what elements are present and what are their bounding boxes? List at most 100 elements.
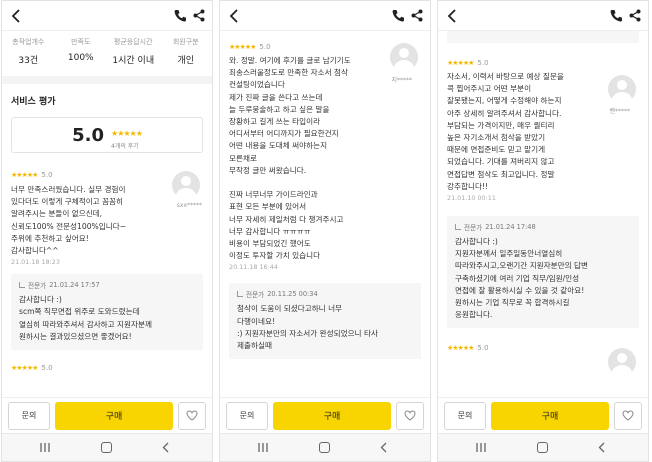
like-button[interactable] bbox=[178, 401, 206, 430]
system-nav-bar bbox=[438, 433, 648, 461]
stat-value: 개인 bbox=[177, 56, 195, 66]
review-count: 4개의 후기 bbox=[111, 142, 139, 150]
reply-arrow-icon bbox=[455, 224, 461, 231]
like-button[interactable] bbox=[396, 401, 424, 430]
review-stars: ★★★★★ bbox=[11, 171, 38, 179]
reply-arrow-icon bbox=[19, 282, 25, 289]
buy-button[interactable]: 구매 bbox=[491, 401, 609, 430]
system-nav-bar bbox=[2, 433, 212, 461]
review-date: 20.11.18 16:44 bbox=[229, 263, 278, 272]
home-icon[interactable] bbox=[537, 442, 548, 453]
reply-text: 감사합니다 :) 지원자분께서 일주일동안너열심히 따라와주시고,오랜기간 지원… bbox=[455, 237, 588, 320]
review-rating: 5.0 bbox=[477, 344, 489, 353]
recent-apps-icon[interactable] bbox=[40, 443, 50, 452]
review-text: 너무 만족스러웠습니다. 실무 경험이 있다더도 이렇게 구체적이고 꼼꼼히 알… bbox=[11, 185, 127, 256]
review-stars: ★★★★★ bbox=[447, 59, 474, 67]
back-arrow-icon[interactable] bbox=[10, 8, 24, 24]
score-summary-card: 5.0 ★★★★★ 4개의 후기 bbox=[11, 117, 203, 153]
top-bar bbox=[220, 1, 430, 31]
reviewer-name: 지***** bbox=[391, 77, 412, 84]
reply-label: 전문가 bbox=[28, 282, 47, 291]
content-area[interactable]: ★★★★★ 5.0 지***** 와. 정말. 여기에 후기를 글로 남기기도 … bbox=[220, 31, 430, 397]
content-area[interactable]: 총작업개수 만족도 평균응답시간 회원구분 33건 100% 1시간 이내 개인… bbox=[2, 31, 212, 397]
share-icon[interactable] bbox=[193, 9, 205, 22]
heart-icon bbox=[186, 410, 198, 421]
inquiry-button[interactable]: 문의 bbox=[444, 401, 486, 430]
home-icon[interactable] bbox=[319, 442, 330, 453]
recent-apps-icon[interactable] bbox=[476, 443, 486, 452]
average-score: 5.0 bbox=[72, 124, 105, 146]
avatar-icon bbox=[608, 348, 636, 377]
reply-label: 전문가 bbox=[464, 224, 483, 233]
reply-date: 20.11.25 00:34 bbox=[267, 290, 318, 299]
back-arrow-icon[interactable] bbox=[446, 8, 460, 24]
phone-icon[interactable] bbox=[392, 9, 404, 22]
phone-icon[interactable] bbox=[174, 9, 186, 22]
share-icon[interactable] bbox=[411, 9, 423, 22]
score-detail: ★★★★★ 4개의 후기 bbox=[111, 121, 143, 150]
reviewer-name: sxx***** bbox=[176, 202, 202, 209]
review-text: 와. 정말. 여기에 후기를 글로 남기기도 죄송스러울정도로 만족한 자소서 … bbox=[229, 56, 351, 261]
screen-panel-3: ★★★★★ 5.0 밴***** 자소서, 이력서 바탕으로 예상 질문을 콕 … bbox=[437, 0, 649, 462]
review-stars: ★★★★★ bbox=[229, 43, 256, 51]
review-rating: 5.0 bbox=[259, 43, 271, 51]
top-bar bbox=[438, 1, 648, 31]
buy-button[interactable]: 구매 bbox=[273, 401, 391, 430]
phone-icon[interactable] bbox=[610, 9, 622, 22]
top-bar bbox=[2, 1, 212, 31]
nav-back-icon[interactable] bbox=[380, 442, 387, 453]
stat-value: 1시간 이내 bbox=[112, 56, 155, 66]
stat-value: 33건 bbox=[18, 56, 39, 66]
review-rating: 5.0 bbox=[41, 171, 53, 179]
stats-labels: 총작업개수 만족도 평균응답시간 회원구분 bbox=[2, 31, 212, 47]
reply-label: 전문가 bbox=[246, 291, 265, 300]
reviewer-name: 밴***** bbox=[609, 108, 630, 115]
nav-back-icon[interactable] bbox=[162, 442, 169, 453]
reply-date: 21.01.24 17:57 bbox=[49, 281, 100, 290]
review-date: 21.01.10 00:11 bbox=[447, 194, 496, 203]
review-stars: ★★★★★ bbox=[11, 364, 38, 373]
home-icon[interactable] bbox=[101, 442, 112, 453]
review-rating-row: ★★★★★ 5.0 bbox=[11, 362, 203, 374]
review-item: ★★★★★ 5.0 bbox=[438, 328, 648, 377]
purchase-bar: 문의 구매 bbox=[438, 397, 648, 433]
inquiry-button[interactable]: 문의 bbox=[8, 401, 50, 430]
buy-button[interactable]: 구매 bbox=[55, 401, 173, 430]
reply-header: 전문가 21.01.24 17:57 bbox=[19, 280, 195, 290]
section-divider bbox=[2, 76, 212, 84]
purchase-bar: 문의 구매 bbox=[220, 397, 430, 433]
avatar-icon bbox=[608, 75, 636, 103]
stat-label: 회원구분 bbox=[172, 38, 199, 46]
review-date: 21.01.18 18:23 bbox=[11, 258, 60, 267]
review-item: ★★★★★ 5.0 sxx***** 너무 만족스러웠습니다. 실무 경험이 있… bbox=[2, 165, 212, 266]
reply-header: 전문가 21.01.24 17:48 bbox=[455, 222, 631, 232]
stat-label: 만족도 bbox=[71, 38, 91, 46]
inquiry-button[interactable]: 문의 bbox=[226, 401, 268, 430]
review-item: ★★★★★ 5.0 bbox=[2, 350, 212, 374]
stat-label: 평균응답시간 bbox=[113, 38, 153, 46]
expert-reply: 전문가 21.01.24 17:48 감사합니다 :) 지원자분께서 일주일동안… bbox=[447, 216, 639, 329]
review-item: ★★★★★ 5.0 지***** 와. 정말. 여기에 후기를 글로 남기기도 … bbox=[220, 31, 430, 271]
like-button[interactable] bbox=[614, 401, 642, 430]
purchase-bar: 문의 구매 bbox=[2, 397, 212, 433]
system-nav-bar bbox=[220, 433, 430, 461]
share-icon[interactable] bbox=[629, 9, 641, 22]
heart-icon bbox=[404, 410, 416, 421]
back-arrow-icon[interactable] bbox=[228, 8, 242, 24]
stats-values: 33건 100% 1시간 이내 개인 bbox=[2, 47, 212, 76]
reply-text: 첨삭이 도움이 되셨다고하니 너무 다행이네요! :) 지원자분만의 자소서가 … bbox=[237, 304, 378, 351]
stat-value: 100% bbox=[67, 53, 94, 63]
nav-back-icon[interactable] bbox=[598, 442, 605, 453]
heart-icon bbox=[622, 410, 634, 421]
stat-label: 총작업개수 bbox=[12, 38, 45, 46]
reply-header: 전문가 20.11.25 00:34 bbox=[237, 289, 413, 299]
section-title: 서비스 평가 bbox=[11, 97, 56, 107]
recent-apps-icon[interactable] bbox=[258, 443, 268, 452]
review-stars: ★★★★★ bbox=[447, 344, 474, 353]
expert-reply: 전문가 21.01.24 17:57 감사합니다 :) scm쪽 직무면접 위주… bbox=[11, 274, 203, 351]
screen-panel-2: ★★★★★ 5.0 지***** 와. 정말. 여기에 후기를 글로 남기기도 … bbox=[219, 0, 431, 462]
avatar-icon bbox=[390, 43, 418, 71]
content-area[interactable]: ★★★★★ 5.0 밴***** 자소서, 이력서 바탕으로 예상 질문을 콕 … bbox=[438, 31, 648, 397]
reply-arrow-icon bbox=[237, 291, 243, 298]
expert-reply: 전문가 20.11.25 00:34 첨삭이 도움이 되셨다고하니 너무 다행이… bbox=[229, 283, 421, 360]
